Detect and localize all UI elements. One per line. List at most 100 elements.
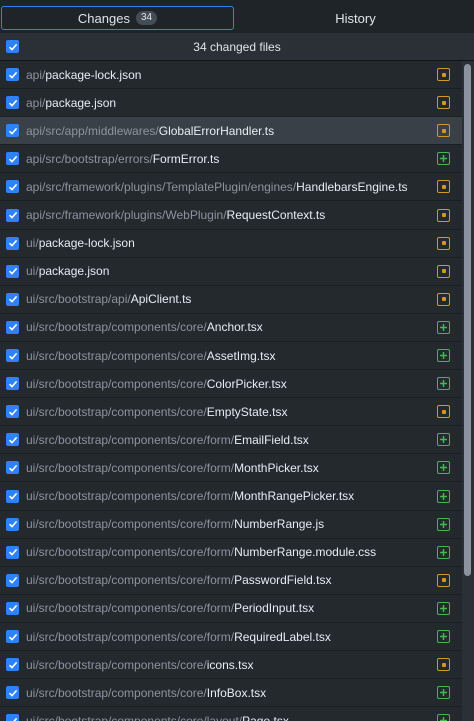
tab-changes[interactable]: Changes 34 [1,6,234,30]
file-path: ui/src/bootstrap/components/core/form/Nu… [26,517,324,531]
file-row[interactable]: ui/package.json [0,258,462,286]
file-row[interactable]: ui/src/bootstrap/components/core/form/Re… [0,623,462,651]
file-checkbox[interactable] [6,433,19,447]
file-row[interactable]: ui/src/bootstrap/components/core/ColorPi… [0,370,462,399]
file-path: ui/src/bootstrap/components/core/form/Mo… [26,461,319,475]
file-checkbox[interactable] [6,292,19,306]
file-name: InfoBox.tsx [206,685,267,700]
file-row[interactable]: ui/src/bootstrap/components/core/form/Mo… [0,483,462,511]
file-directory: ui/src/bootstrap/components/core/ [26,404,207,419]
file-checkbox[interactable] [6,405,19,419]
file-checkbox[interactable] [6,545,19,559]
file-row[interactable]: ui/src/bootstrap/api/ApiClient.ts [0,286,462,314]
modified-icon [437,96,450,110]
modified-icon [437,573,450,587]
file-name: package-lock.json [45,67,142,82]
modified-icon [437,658,450,672]
file-row[interactable]: api/package-lock.json [0,61,462,89]
file-checkbox[interactable] [6,236,19,250]
file-checkbox[interactable] [6,349,19,362]
file-row[interactable]: ui/src/bootstrap/components/core/form/Em… [0,426,462,455]
modified-icon [437,405,450,419]
file-row[interactable]: ui/package-lock.json [0,230,462,258]
file-row[interactable]: ui/src/bootstrap/components/core/form/Pe… [0,595,462,623]
file-checkbox[interactable] [6,517,19,531]
file-directory: api/src/framework/plugins/WebPlugin/ [26,208,227,222]
file-checkbox[interactable] [6,208,19,222]
file-directory: ui/src/bootstrap/components/core/form/ [26,601,235,616]
file-directory: api/ [26,95,46,110]
file-path: ui/src/bootstrap/api/ApiClient.ts [26,292,191,306]
file-checkbox[interactable] [6,658,19,672]
file-directory: ui/src/bootstrap/api/ [26,292,131,307]
file-row[interactable]: ui/src/bootstrap/components/core/InfoBox… [0,679,462,708]
file-name: ColorPicker.tsx [206,376,287,391]
check-icon [8,605,17,613]
file-name: GlobalErrorHandler.ts [158,123,275,138]
file-name: ApiClient.ts [130,292,192,307]
file-name: MonthPicker.tsx [234,460,319,475]
file-directory: ui/src/bootstrap/components/core/layout/ [26,713,243,721]
file-name: RequestContext.ts [226,208,326,222]
added-icon [437,461,450,475]
file-checkbox[interactable] [6,489,19,503]
file-checkbox[interactable] [6,180,19,194]
check-icon [8,296,17,304]
check-icon [8,155,17,163]
file-checkbox[interactable] [6,377,19,391]
changed-files-list[interactable]: api/package-lock.json api/package.json api… [0,61,462,721]
file-name: package.json [38,264,110,279]
file-path: ui/src/bootstrap/components/core/EmptySt… [26,405,287,419]
file-path: ui/src/bootstrap/components/core/InfoBox… [26,686,266,700]
check-icon [8,183,17,191]
file-row[interactable]: ui/src/bootstrap/components/core/layout/… [0,707,462,721]
file-row[interactable]: ui/src/bootstrap/components/core/AssetIm… [0,342,462,370]
check-icon [8,492,17,500]
file-row[interactable]: ui/src/bootstrap/components/core/icons.t… [0,651,462,680]
file-row[interactable]: ui/src/bootstrap/components/core/form/Nu… [0,511,462,539]
file-name: RequiredLabel.tsx [234,629,331,644]
check-icon [8,352,17,360]
file-row[interactable]: api/src/framework/plugins/WebPlugin/Requ… [0,202,462,230]
file-row[interactable]: ui/src/bootstrap/components/core/form/Pa… [0,567,462,595]
file-checkbox[interactable] [6,686,19,700]
modified-icon [437,124,450,138]
file-name: package.json [45,95,117,110]
file-checkbox[interactable] [6,573,19,587]
file-directory: ui/src/bootstrap/components/core/form/ [26,432,235,447]
tab-changes-label: Changes [77,10,130,26]
file-directory: ui/src/bootstrap/components/core/ [26,685,207,700]
file-checkbox[interactable] [6,264,19,278]
file-checkbox[interactable] [6,630,19,643]
check-icon [8,436,17,444]
file-checkbox[interactable] [6,601,19,615]
added-icon [437,349,450,362]
file-row[interactable]: ui/src/bootstrap/components/core/form/Nu… [0,539,462,567]
file-checkbox[interactable] [6,320,19,334]
file-row[interactable]: api/src/bootstrap/errors/FormError.ts [0,145,462,174]
file-checkbox[interactable] [6,152,19,166]
file-name: NumberRange.js [234,517,325,532]
file-checkbox[interactable] [6,124,19,138]
file-path: api/src/bootstrap/errors/FormError.ts [26,152,219,166]
file-directory: ui/src/bootstrap/components/core/form/ [26,573,235,588]
file-directory: api/src/bootstrap/errors/ [26,151,153,166]
check-icon [8,520,17,528]
file-row[interactable]: ui/src/bootstrap/components/core/form/Mo… [0,454,462,483]
file-checkbox[interactable] [6,68,19,81]
file-directory: ui/src/bootstrap/components/core/ [26,320,207,335]
file-row[interactable]: api/src/app/middlewares/GlobalErrorHandl… [0,117,462,146]
file-checkbox[interactable] [6,96,19,110]
file-checkbox[interactable] [6,461,19,475]
file-row[interactable]: api/src/framework/plugins/TemplatePlugin… [0,173,462,202]
added-icon [437,377,450,391]
scrollbar-thumb[interactable] [464,64,471,576]
file-row[interactable]: ui/src/bootstrap/components/core/Anchor.… [0,314,462,342]
file-row[interactable]: api/package.json [0,89,462,118]
file-row[interactable]: ui/src/bootstrap/components/core/EmptySt… [0,398,462,427]
file-checkbox[interactable] [6,714,19,721]
file-name: EmailField.tsx [234,432,309,447]
file-path: api/package.json [26,96,116,110]
file-path: api/package-lock.json [26,68,141,82]
tab-history[interactable]: History [237,6,474,30]
